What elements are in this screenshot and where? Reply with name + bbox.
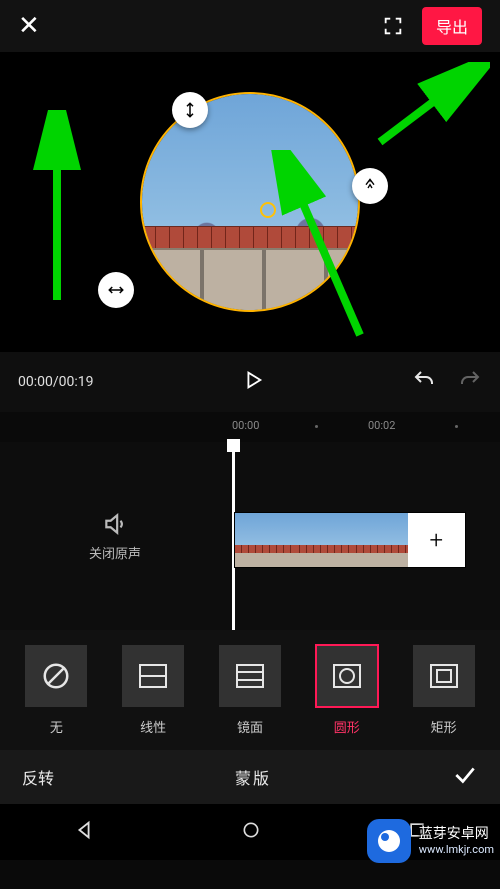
- undo-button[interactable]: [412, 368, 436, 396]
- ruler-dot: [315, 425, 318, 428]
- export-button[interactable]: 导出: [422, 7, 482, 45]
- preview-canvas[interactable]: [0, 52, 500, 352]
- mask-label: 无: [50, 717, 63, 736]
- mask-label: 矩形: [431, 717, 457, 736]
- mask-option-circle[interactable]: 圆形: [306, 645, 388, 736]
- ruler-tick-0: 00:00: [232, 419, 259, 432]
- linear-icon: [122, 645, 184, 707]
- mask-options-row: 无 线性 镜面 圆形 矩形: [0, 630, 500, 750]
- timeline-ruler[interactable]: 00:00 00:02: [0, 412, 500, 442]
- mute-audio-toggle[interactable]: 关闭原声: [0, 511, 230, 562]
- add-clip-button[interactable]: +: [408, 513, 466, 567]
- invert-button[interactable]: 反转: [22, 765, 54, 789]
- rect-icon: [413, 645, 475, 707]
- android-nav-bar: [0, 804, 500, 860]
- speaker-icon: [102, 511, 128, 537]
- playback-bar: 00:00/00:19: [0, 352, 500, 412]
- mask-option-none[interactable]: 无: [15, 645, 97, 736]
- total-time: 00:19: [59, 374, 94, 390]
- mask-label: 圆形: [334, 717, 360, 736]
- mask-toolbar: 反转 蒙版: [0, 750, 500, 804]
- ruler-dot: [455, 425, 458, 428]
- redo-button[interactable]: [458, 368, 482, 396]
- ruler-tick-1: 00:02: [368, 419, 395, 432]
- top-bar-right: 导出: [382, 7, 482, 45]
- playback-time: 00:00/00:19: [18, 374, 94, 390]
- mask-label: 镜面: [237, 717, 263, 736]
- clip-thumb: [350, 513, 408, 567]
- nav-recent-icon[interactable]: [407, 820, 427, 844]
- scale-horizontal-handle[interactable]: [98, 272, 134, 308]
- clip-thumb: [293, 513, 351, 567]
- none-icon: [25, 645, 87, 707]
- mask-option-mirror[interactable]: 镜面: [209, 645, 291, 736]
- mute-label: 关闭原声: [89, 543, 141, 562]
- nav-back-icon[interactable]: [73, 819, 95, 845]
- fullscreen-icon[interactable]: [382, 15, 404, 37]
- preview-roof: [142, 226, 358, 248]
- confirm-button[interactable]: [452, 762, 478, 792]
- undo-redo-group: [412, 368, 482, 396]
- feather-handle[interactable]: [352, 168, 388, 204]
- current-time: 00:00: [18, 374, 53, 390]
- mask-option-rect[interactable]: 矩形: [403, 645, 485, 736]
- video-clip[interactable]: +: [234, 512, 466, 568]
- panel-title: 蒙版: [54, 765, 452, 789]
- circle-icon: [316, 645, 378, 707]
- timeline-track[interactable]: 关闭原声 +: [0, 442, 500, 630]
- mask-label: 线性: [140, 717, 166, 736]
- focus-ring: [260, 202, 276, 218]
- preview-wall: [142, 248, 358, 310]
- scale-vertical-handle[interactable]: [172, 92, 208, 128]
- top-bar: ✕ 导出: [0, 0, 500, 52]
- close-icon[interactable]: ✕: [18, 11, 40, 41]
- clip-thumb: [235, 513, 293, 567]
- nav-home-icon[interactable]: [241, 820, 261, 844]
- play-button[interactable]: [242, 369, 264, 395]
- mirror-icon: [219, 645, 281, 707]
- mask-preview-circle[interactable]: [140, 92, 360, 312]
- mask-option-linear[interactable]: 线性: [112, 645, 194, 736]
